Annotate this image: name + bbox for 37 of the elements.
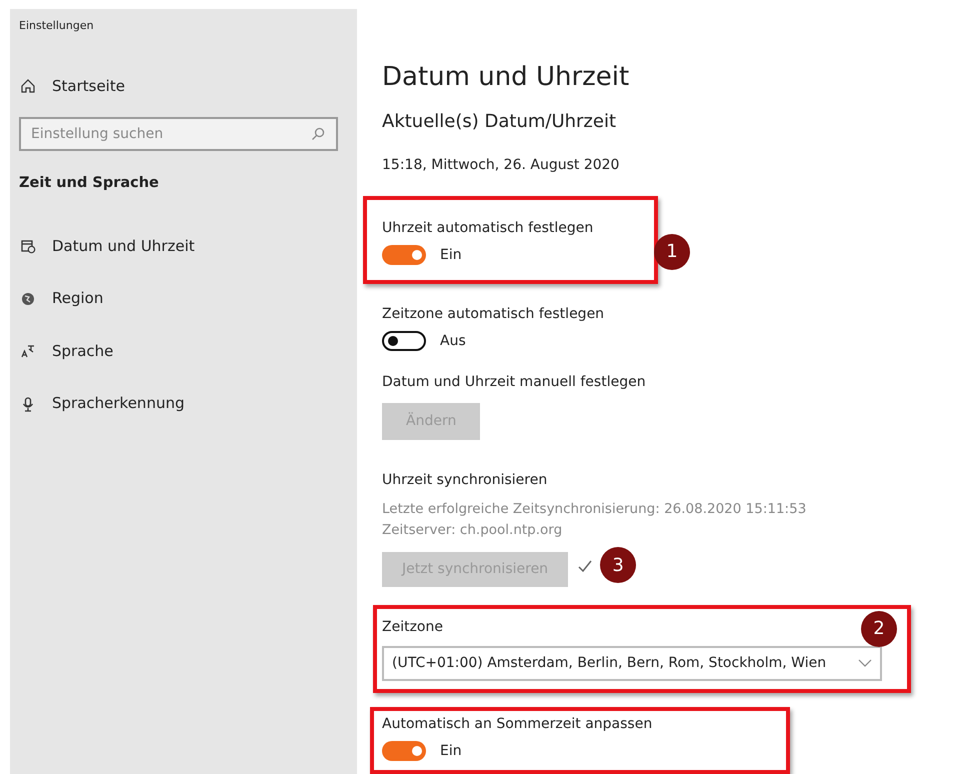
toggle-switch[interactable] [382, 741, 426, 762]
sync-info: Letzte erfolgreiche Zeitsynchronisierung: 26.08.2020 15:11:53 [382, 500, 808, 519]
setting-label: Uhrzeit automatisch festlegen [382, 218, 594, 238]
sidebar-item[interactable]: Spracherkennung [20, 392, 348, 415]
setting-label: Datum und Uhrzeit manuell festlegen [382, 372, 646, 392]
toggle-state: Aus [440, 332, 466, 351]
search-field[interactable]: Einstellung suchen [19, 117, 338, 151]
select-value: (UTC+01:00) Amsterdam, Berlin, Bern, Rom, Stockholm, Wien [392, 654, 828, 673]
home-icon [20, 78, 36, 94]
callout-badge: 3 [600, 547, 636, 584]
sidebar-item[interactable]: Sprache [20, 340, 348, 362]
microphone-icon [20, 396, 36, 412]
toggle-state: Ein [440, 742, 462, 761]
language-icon [20, 343, 36, 359]
toggle-state: Ein [440, 246, 462, 265]
toggle-switch[interactable] [382, 245, 426, 266]
sync-info: Zeitserver: ch.pool.ntp.org [382, 521, 564, 540]
chevron-down-icon [858, 659, 872, 668]
timezone-select[interactable]: (UTC+01:00) Amsterdam, Berlin, Bern, Rom, Stockholm, Wien [382, 646, 882, 681]
calendar-icon [20, 238, 36, 254]
current-date-time: 15:18, Mittwoch, 26. August 2020 [382, 156, 620, 175]
setting-label: Zeitzone automatisch festlegen [382, 304, 604, 324]
page-title: Datum und Uhrzeit [382, 62, 630, 94]
sidebar-item[interactable]: Region [20, 287, 348, 310]
window-title: Einstellungen [19, 18, 95, 34]
setting-label: Automatisch an Sommerzeit anpassen [382, 714, 652, 734]
globe-icon [20, 290, 36, 306]
section-heading: Zeit und Sprache [19, 174, 160, 193]
callout-badge: 1 [654, 234, 690, 270]
sidebar-item[interactable]: Datum und Uhrzeit [20, 234, 348, 258]
callout-badge: 2 [861, 610, 897, 647]
home-link[interactable]: Startseite [20, 74, 348, 97]
section-title: Aktuelle(s) Datum/Uhrzeit [382, 111, 618, 133]
setting-label: Zeitzone [382, 618, 443, 637]
toggle-switch[interactable] [382, 331, 426, 352]
search-icon [310, 126, 326, 142]
setting-label: Uhrzeit synchronisieren [382, 470, 548, 490]
